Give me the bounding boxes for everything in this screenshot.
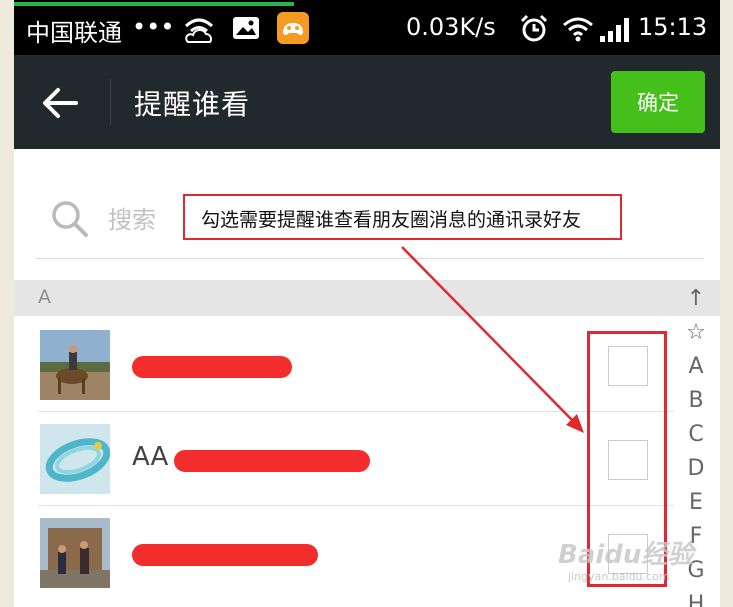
baidu-watermark: Baidu经验 (558, 540, 694, 570)
baidu-watermark-url: jingyan.baidu.com (568, 570, 670, 583)
